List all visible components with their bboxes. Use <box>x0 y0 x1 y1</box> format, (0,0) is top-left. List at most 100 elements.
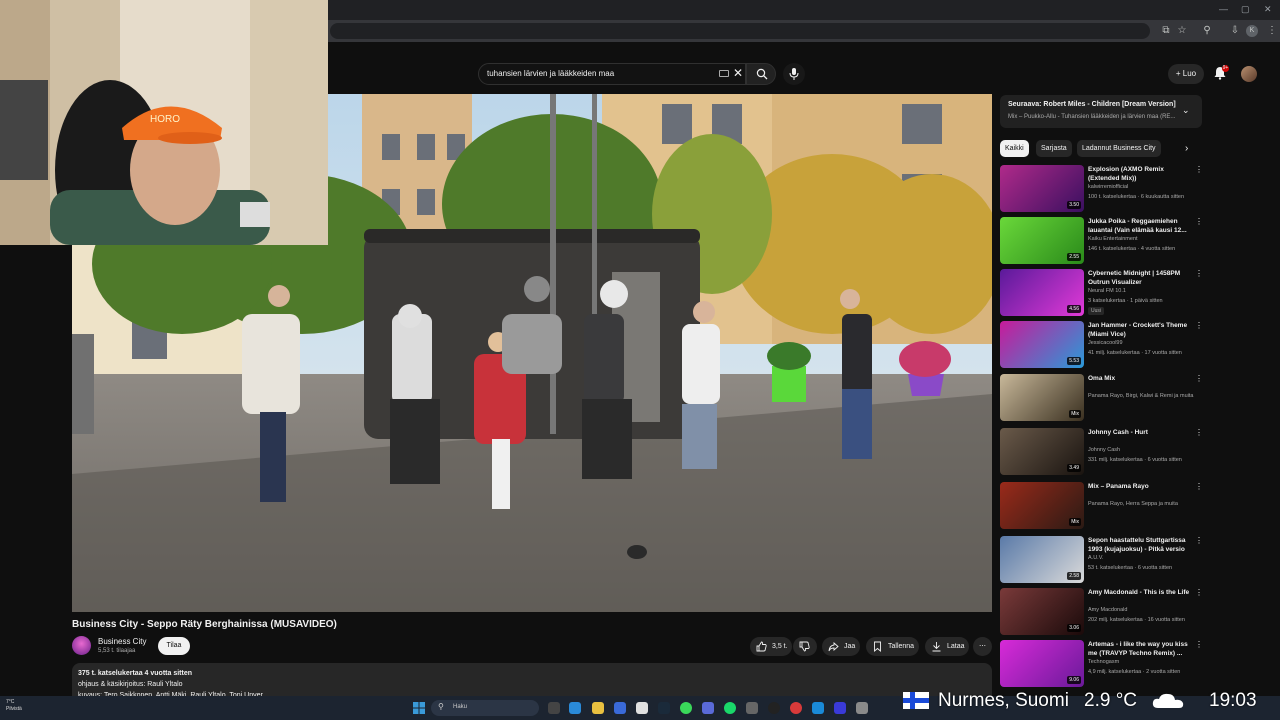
up-next-panel[interactable]: Seuraava: Robert Miles - Children [Dream… <box>1000 95 1202 128</box>
more-options-icon[interactable]: ⋮ <box>1195 640 1203 649</box>
create-button[interactable]: + Luo <box>1168 64 1204 84</box>
discord-icon[interactable] <box>702 702 714 714</box>
close-window-icon[interactable]: ✕ <box>1264 4 1272 15</box>
minimize-icon[interactable]: — <box>1219 4 1228 14</box>
cloud-icon <box>1152 693 1184 708</box>
extensions-icon[interactable]: ⚲ <box>1201 25 1213 37</box>
recommendation-channel: Panama Rayo, Birgi, Kalwi & Remi ja muit… <box>1088 393 1194 399</box>
task-view-icon[interactable] <box>548 702 560 714</box>
bookmark-star-icon[interactable]: ☆ <box>1176 25 1188 37</box>
recommendation-item[interactable]: Mix Mix – Panama Rayo Panama Rayo, Herra S… <box>1000 482 1205 530</box>
like-button[interactable]: 3,5 t. <box>750 637 792 656</box>
chrome-icon[interactable] <box>636 702 648 714</box>
video-thumbnail[interactable]: 4.56 <box>1000 269 1084 316</box>
recommendation-item[interactable]: 3.49 Johnny Cash - Hurt Johnny Cash 331 mil… <box>1000 428 1205 476</box>
recommendation-title[interactable]: Explosion (AXMO Remix (Extended Mix)) <box>1088 165 1192 183</box>
recommendation-title[interactable]: Artemas - i like the way you kiss me (TR… <box>1088 640 1192 658</box>
video-thumbnail[interactable]: Mix <box>1000 374 1084 421</box>
more-actions-button[interactable]: ⋯ <box>973 637 992 656</box>
recommendation-title[interactable]: Oma Mix <box>1088 374 1192 383</box>
app-icon[interactable] <box>746 702 758 714</box>
recommendation-title[interactable]: Jukka Poika - Reggaemiehen lauantai (Vai… <box>1088 217 1192 235</box>
video-thumbnail[interactable]: 3.49 <box>1000 428 1084 475</box>
address-field[interactable] <box>330 23 1150 39</box>
recommendation-title[interactable]: Johnny Cash - Hurt <box>1088 428 1192 437</box>
recommendation-title[interactable]: Cybernetic Midnight | 1458PM Outrun Visu… <box>1088 269 1192 287</box>
steam-icon[interactable] <box>658 702 670 714</box>
browser-menu-icon[interactable]: ⋮ <box>1266 25 1278 37</box>
app-icon[interactable] <box>812 702 824 714</box>
more-options-icon[interactable]: ⋮ <box>1195 165 1203 174</box>
more-options-icon[interactable]: ⋮ <box>1195 269 1203 278</box>
download-icon[interactable]: ⇩ <box>1229 25 1241 37</box>
video-thumbnail[interactable]: 3.50 <box>1000 165 1084 212</box>
more-options-icon[interactable]: ⋮ <box>1195 536 1203 545</box>
whatsapp-icon[interactable] <box>680 702 692 714</box>
video-thumbnail[interactable]: 9.06 <box>1000 640 1084 687</box>
video-thumbnail[interactable]: 5.53 <box>1000 321 1084 368</box>
recommendation-item[interactable]: 3.06 Amy Macdonald - This is the Life Amy … <box>1000 588 1205 636</box>
video-thumbnail[interactable]: 2.58 <box>1000 536 1084 583</box>
more-options-icon[interactable]: ⋮ <box>1195 428 1203 437</box>
channel-name[interactable]: Business City <box>98 637 146 646</box>
app-icon[interactable] <box>834 702 846 714</box>
duration-badge: 3.06 <box>1067 624 1081 632</box>
subscribe-button[interactable]: Tilaa <box>158 637 190 655</box>
video-thumbnail[interactable]: Mix <box>1000 482 1084 529</box>
recommendation-item[interactable]: 2.55 Jukka Poika - Reggaemiehen lauantai … <box>1000 217 1205 265</box>
more-options-icon[interactable]: ⋮ <box>1195 482 1203 491</box>
recommendation-stats: 146 t. katselukertaa · 4 vuotta sitten <box>1088 246 1176 252</box>
voice-search-button[interactable] <box>783 63 805 85</box>
chip-series[interactable]: Sarjasta <box>1036 140 1072 157</box>
dislike-button[interactable] <box>793 637 817 656</box>
recommendation-title[interactable]: Amy Macdonald - This is the Life <box>1088 588 1192 597</box>
taskbar-search[interactable]: ⚲ Haku <box>431 700 539 716</box>
download-button[interactable]: Lataa <box>925 637 969 656</box>
windows-start-icon[interactable] <box>413 702 425 714</box>
recommendation-channel: Technogasm <box>1088 659 1120 665</box>
video-thumbnail[interactable]: 3.06 <box>1000 588 1084 635</box>
more-options-icon[interactable]: ⋮ <box>1195 588 1203 597</box>
maximize-icon[interactable]: ▢ <box>1241 4 1250 15</box>
channel-avatar[interactable] <box>72 636 91 655</box>
obs-icon[interactable] <box>768 702 780 714</box>
chevron-right-icon[interactable]: › <box>1180 140 1193 157</box>
app-icon[interactable] <box>790 702 802 714</box>
chip-all[interactable]: Kaikki <box>1000 140 1029 157</box>
recommendation-item[interactable]: 4.56 Cybernetic Midnight | 1458PM Outrun … <box>1000 269 1205 317</box>
download-icon <box>932 642 941 652</box>
app-icon[interactable] <box>856 702 868 714</box>
recommendation-item[interactable]: 2.58 Sepon haastattelu Stuttgartissa 1993… <box>1000 536 1205 584</box>
file-explorer-icon[interactable] <box>592 702 604 714</box>
edge-icon[interactable] <box>569 702 581 714</box>
recommendation-item[interactable]: 9.06 Artemas - i like the way you kiss me… <box>1000 640 1205 688</box>
search-input[interactable]: tuhansien lärvien ja lääkkeiden maa ✕ <box>478 63 746 85</box>
duration-badge: 2.58 <box>1067 572 1081 580</box>
install-app-icon[interactable]: ⧉ <box>1160 25 1172 37</box>
chip-uploaded-by[interactable]: Ladannut Business City <box>1077 140 1161 157</box>
spotify-icon[interactable] <box>724 702 736 714</box>
search-button[interactable] <box>746 63 776 85</box>
more-options-icon[interactable]: ⋮ <box>1195 321 1203 330</box>
more-options-icon[interactable]: ⋮ <box>1195 374 1203 383</box>
search-query: tuhansien lärvien ja lääkkeiden maa <box>487 69 615 78</box>
weather-temp: 7°C <box>6 699 15 705</box>
recommendation-title[interactable]: Jan Hammer - Crockett's Theme (Miami Vic… <box>1088 321 1192 339</box>
save-button[interactable]: Tallenna <box>866 637 919 656</box>
recommendation-item[interactable]: Mix Oma Mix Panama Rayo, Birgi, Kalwi & Re… <box>1000 374 1205 422</box>
recommendation-item[interactable]: 3.50 Explosion (AXMO Remix (Extended Mix)… <box>1000 165 1205 213</box>
recommendation-title[interactable]: Sepon haastattelu Stuttgartissa 1993 (ku… <box>1088 536 1192 554</box>
more-options-icon[interactable]: ⋮ <box>1195 217 1203 226</box>
weather-widget[interactable]: 7°C Pilvistä <box>6 699 22 713</box>
recommendation-title[interactable]: Mix – Panama Rayo <box>1088 482 1192 491</box>
profile-icon[interactable]: K <box>1246 25 1258 37</box>
duration-badge: 2.55 <box>1067 253 1081 261</box>
video-thumbnail[interactable]: 2.55 <box>1000 217 1084 264</box>
keyboard-icon[interactable] <box>719 70 729 77</box>
store-icon[interactable] <box>614 702 626 714</box>
clear-search-icon[interactable]: ✕ <box>733 66 743 80</box>
recommendation-item[interactable]: 5.53 Jan Hammer - Crockett's Theme (Miami… <box>1000 321 1205 369</box>
chevron-down-icon[interactable]: ⌄ <box>1182 105 1190 116</box>
share-button[interactable]: Jaa <box>822 637 860 656</box>
account-avatar[interactable] <box>1241 66 1257 82</box>
